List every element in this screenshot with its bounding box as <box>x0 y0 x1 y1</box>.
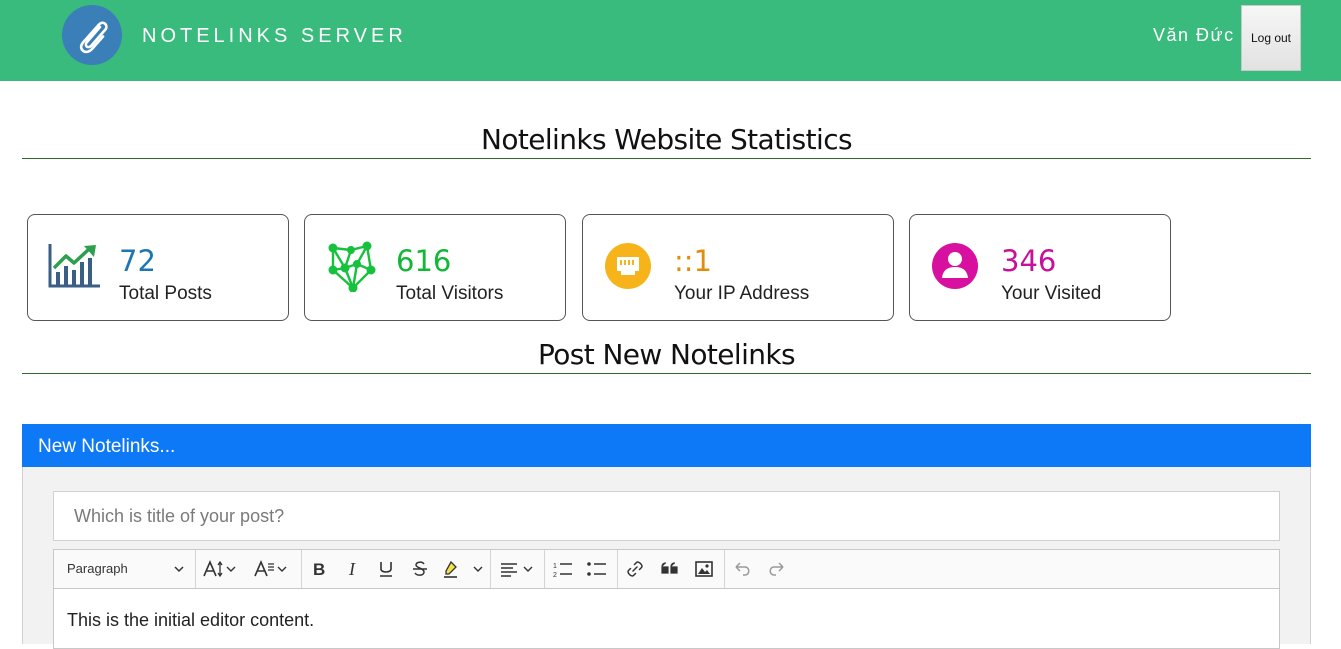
underline-button[interactable] <box>372 550 400 588</box>
paragraph-label: Paragraph <box>67 561 128 576</box>
font-family-button[interactable] <box>251 550 291 588</box>
italic-icon: I <box>348 559 356 579</box>
underline-icon <box>380 562 392 577</box>
panel-title: New Notelinks... <box>38 436 176 457</box>
toolbar-separator <box>490 550 491 588</box>
link-icon <box>627 561 643 577</box>
align-button[interactable] <box>495 550 539 588</box>
highlight-button[interactable] <box>439 550 487 588</box>
font-family-icon <box>254 559 287 577</box>
font-size-button[interactable] <box>200 550 240 588</box>
stat-card-your-visited: 346 Your Visited <box>909 214 1171 321</box>
total-visitors-label: Total Visitors <box>396 283 504 304</box>
post-section-title: Post New Notelinks <box>537 338 796 371</box>
blockquote-button[interactable] <box>656 550 684 588</box>
username: Văn Đức <box>1153 25 1235 45</box>
numbered-list-icon: 1 2 <box>553 563 572 579</box>
ip-address-value: ::1 <box>674 244 712 278</box>
stat-card-total-posts: 72 Total Posts <box>27 214 289 321</box>
editor-content[interactable]: This is the initial editor content. <box>67 610 314 631</box>
your-visited-value: 346 <box>1001 244 1057 278</box>
highlight-icon <box>444 560 483 578</box>
toolbar-separator <box>301 550 302 588</box>
svg-text:2: 2 <box>553 572 557 579</box>
paragraph-dropdown[interactable]: Paragraph <box>54 550 195 588</box>
stats-title: Notelinks Website Statistics <box>480 123 853 156</box>
total-visitors-value: 616 <box>396 244 452 278</box>
undo-button[interactable] <box>729 550 757 588</box>
bold-button[interactable]: B <box>305 550 333 588</box>
svg-text:B: B <box>313 560 325 579</box>
stat-card-ip-address: ::1 Your IP Address <box>582 214 894 321</box>
ethernet-port-icon <box>605 243 651 289</box>
redo-button[interactable] <box>762 550 790 588</box>
network-icon <box>328 241 376 292</box>
svg-text:1: 1 <box>553 563 557 570</box>
chart-growth-icon <box>48 244 100 288</box>
blockquote-icon <box>661 562 678 574</box>
toolbar-separator <box>724 550 725 588</box>
divider <box>22 158 1311 159</box>
bulleted-list-icon <box>587 562 606 576</box>
logo[interactable] <box>62 5 122 65</box>
strikethrough-button[interactable] <box>406 550 434 588</box>
toolbar-separator <box>617 550 618 588</box>
align-icon <box>501 563 533 577</box>
editor-toolbar: Paragraph B I 1 2 <box>53 549 1280 589</box>
font-size-icon <box>203 559 236 578</box>
chevron-down-icon <box>174 566 184 573</box>
site-brand[interactable]: NOTELINKS SERVER <box>142 25 407 48</box>
post-title-input[interactable] <box>53 491 1280 541</box>
ip-address-label: Your IP Address <box>674 283 810 304</box>
toolbar-separator <box>544 550 545 588</box>
redo-icon <box>769 562 784 576</box>
strikethrough-icon <box>413 561 427 576</box>
image-button[interactable] <box>690 550 718 588</box>
bold-icon: B <box>313 560 325 579</box>
total-posts-label: Total Posts <box>119 283 212 304</box>
link-button[interactable] <box>621 550 649 588</box>
numbered-list-button[interactable]: 1 2 <box>549 550 577 588</box>
your-visited-label: Your Visited <box>1001 283 1102 304</box>
bulleted-list-button[interactable] <box>583 550 611 588</box>
image-icon <box>695 561 713 577</box>
divider <box>22 373 1311 374</box>
user-icon <box>932 243 978 289</box>
new-post-panel-header: New Notelinks... <box>22 424 1311 467</box>
italic-button[interactable]: I <box>339 550 367 588</box>
svg-text:I: I <box>348 559 356 579</box>
paperclip-icon <box>79 21 108 54</box>
total-posts-value: 72 <box>119 244 156 278</box>
rich-text-editor[interactable]: This is the initial editor content. <box>53 589 1280 649</box>
top-navbar: NOTELINKS SERVER Văn Đức Log out <box>0 0 1341 81</box>
toolbar-separator <box>195 550 196 588</box>
undo-icon <box>735 562 750 576</box>
logout-button[interactable]: Log out <box>1241 5 1301 71</box>
stat-card-total-visitors: 616 Total Visitors <box>304 214 566 321</box>
